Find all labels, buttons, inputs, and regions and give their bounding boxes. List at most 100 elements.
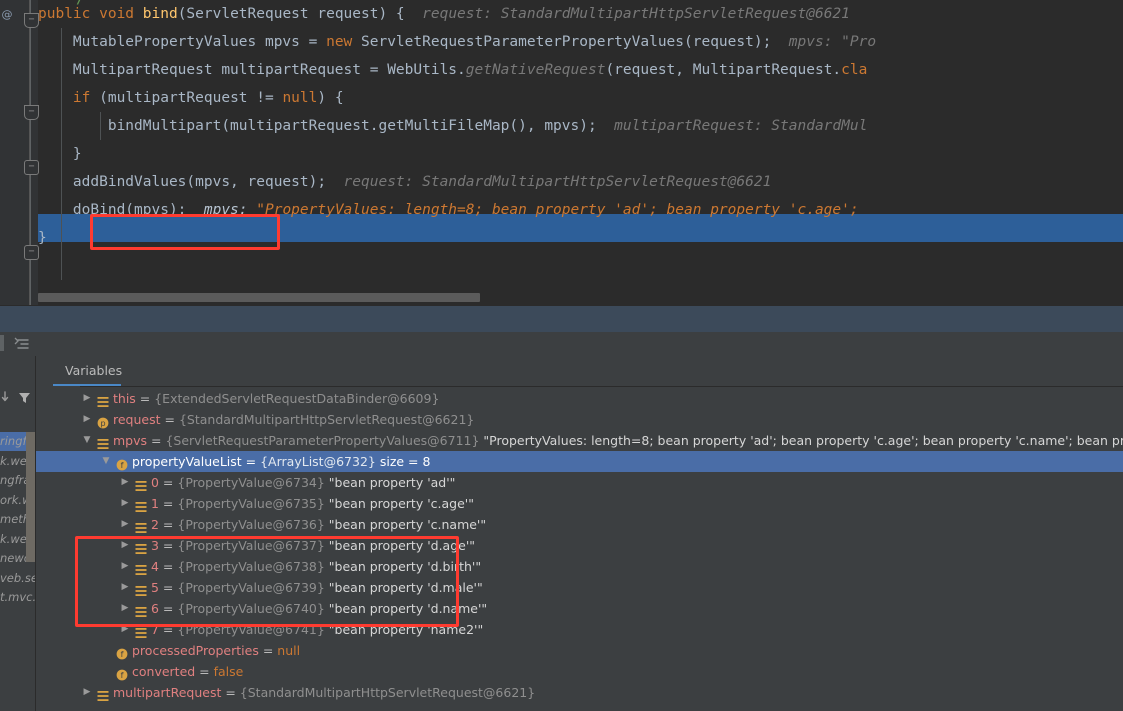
var-mpvs[interactable]: ▼ mpvs = {ServletRequestParameterProperty…	[36, 430, 1123, 451]
filter-icon[interactable]	[17, 390, 32, 409]
chevron-right-icon[interactable]: ▶	[120, 472, 130, 493]
variable-value: null	[277, 643, 301, 658]
frames-scrollbar[interactable]	[26, 432, 35, 562]
var-propertyValueList-text: propertyValueList = {ArrayList@6732} siz…	[132, 451, 430, 472]
var-processedProperties[interactable]: f processedProperties = null	[36, 640, 1123, 661]
var-this[interactable]: ▶ this = {ExtendedServletRequestDataBinde…	[36, 388, 1123, 409]
variable-value: "bean property 'd.male'"	[324, 580, 483, 595]
line-bind-signature-seg-0: public	[38, 6, 100, 22]
variable-type: {PropertyValue@6737}	[177, 538, 325, 553]
frame-item[interactable]: t.mvc.m	[0, 588, 35, 608]
variable-type: {PropertyValue@6738}	[177, 559, 325, 574]
tab-variables[interactable]: Variables	[53, 358, 134, 385]
var-item-7[interactable]: ▶ 7 = {PropertyValue@6741} "bean property…	[36, 619, 1123, 640]
variable-type: {PropertyValue@6741}	[177, 622, 325, 637]
var-converted[interactable]: f converted = false	[36, 661, 1123, 682]
variable-value: "bean property 'd.age'"	[324, 538, 476, 553]
frames-panel[interactable]: ringfrak.web.nngframork.wemethodk.web.sn…	[0, 356, 36, 711]
frames-toolbar[interactable]	[0, 384, 35, 414]
code-editor[interactable]: @ − − − − / public void bind(ServletRequ…	[0, 0, 1123, 310]
equals-sign: =	[158, 559, 178, 574]
field-list-icon	[97, 687, 109, 701]
fold-marker-method[interactable]: −	[24, 13, 39, 28]
equals-sign: =	[158, 475, 178, 490]
line-bind-signature-seg-3: (ServletRequest request) {	[177, 6, 405, 22]
line-addbindvalues[interactable]: addBindValues(mpvs, request); request: S…	[38, 168, 1123, 196]
variable-value: "bean property 'c.name'"	[324, 517, 487, 532]
variable-type: {ExtendedServletRequestDataBinder@6609}	[154, 391, 440, 406]
line-bindmultipart-seg-1: multipartRequest: StandardMul	[596, 118, 868, 134]
var-item-2[interactable]: ▶ 2 = {PropertyValue@6736} "bean property…	[36, 514, 1123, 535]
chevron-right-icon[interactable]: ▶	[82, 388, 92, 409]
chevron-right-icon[interactable]: ▶	[120, 556, 130, 577]
fold-marker-end[interactable]: −	[24, 245, 39, 260]
layout-settings-icon[interactable]	[14, 336, 31, 352]
fold-marker-block[interactable]: −	[24, 160, 39, 175]
var-item-3[interactable]: ▶ 3 = {PropertyValue@6737} "bean property…	[36, 535, 1123, 556]
chevron-down-icon[interactable]: ▼	[82, 430, 92, 451]
editor-hscrollbar-thumb[interactable]	[38, 293, 480, 302]
var-propertyValueList[interactable]: ▼ f propertyValueList = {ArrayList@6732} s…	[36, 451, 1123, 472]
line-if-null-seg-2: (multipartRequest !=	[99, 90, 283, 106]
variables-tabbar[interactable]: Variables	[36, 356, 1123, 387]
var-item-0[interactable]: ▶ 0 = {PropertyValue@6734} "bean property…	[36, 472, 1123, 493]
line-if-null[interactable]: if (multipartRequest != null) {	[38, 84, 1123, 112]
field-list-icon	[135, 582, 147, 596]
editor-gutter[interactable]: @ − − − −	[0, 0, 39, 310]
line-bind-signature-seg-4: request: StandardMultipartHttpServletReq…	[404, 6, 850, 22]
variable-name: 6	[151, 601, 159, 616]
toolbar-drag-handle[interactable]	[0, 335, 4, 351]
equals-sign: =	[158, 580, 178, 595]
frame-item[interactable]: veb.sen	[0, 569, 35, 589]
equals-sign: =	[221, 685, 240, 700]
line-close-brace-outer[interactable]: }	[38, 224, 1123, 252]
line-dobind-highlighted[interactable]: doBind(mpvs); mpvs: "PropertyValues: len…	[38, 196, 1123, 224]
var-multipartRequest[interactable]: ▶ multipartRequest = {StandardMultipartHt…	[36, 682, 1123, 703]
var-item-2-text: 2 = {PropertyValue@6736} "bean property …	[151, 514, 486, 535]
line-bind-signature-seg-1: void	[99, 6, 143, 22]
variable-name: mpvs	[113, 433, 148, 448]
variables-tree[interactable]: ▶ this = {ExtendedServletRequestDataBinde…	[36, 388, 1123, 711]
var-item-6[interactable]: ▶ 6 = {PropertyValue@6740} "bean property…	[36, 598, 1123, 619]
chevron-right-icon[interactable]: ▶	[82, 682, 92, 703]
chevron-right-icon[interactable]: ▶	[120, 619, 130, 640]
variable-name: 7	[151, 622, 159, 637]
field-list-icon	[135, 498, 147, 512]
chevron-down-icon[interactable]: ▼	[101, 451, 111, 472]
code-text[interactable]: / public void bind(ServletRequest reques…	[38, 0, 1123, 310]
chevron-right-icon[interactable]: ▶	[82, 409, 92, 430]
chevron-right-icon[interactable]: ▶	[120, 493, 130, 514]
chevron-right-icon[interactable]: ▶	[120, 577, 130, 598]
var-item-6-text: 6 = {PropertyValue@6740} "bean property …	[151, 598, 487, 619]
chevron-right-icon[interactable]: ▶	[120, 514, 130, 535]
var-item-4[interactable]: ▶ 4 = {PropertyValue@6738} "bean property…	[36, 556, 1123, 577]
line-mpvs-assign[interactable]: MutablePropertyValues mpvs = new Servlet…	[38, 28, 1123, 56]
field-list-icon	[135, 603, 147, 617]
variables-panel[interactable]: Variables ▶ this = {ExtendedServletReques…	[36, 356, 1123, 711]
var-multipartRequest-text: multipartRequest = {StandardMultipartHtt…	[113, 682, 535, 703]
debug-toolbar[interactable]	[0, 332, 1123, 357]
line-bindmultipart[interactable]: bindMultipart(multipartRequest.getMultiF…	[38, 112, 1123, 140]
line-close-brace-outer-seg-0: }	[38, 230, 47, 246]
variable-name: 2	[151, 517, 159, 532]
export-arrow-icon[interactable]	[1, 390, 15, 409]
line-close-brace-inner[interactable]: }	[38, 140, 1123, 168]
equals-sign: =	[158, 496, 178, 511]
equals-sign: =	[195, 664, 214, 679]
fold-marker-if[interactable]: −	[24, 105, 39, 120]
var-item-1[interactable]: ▶ 1 = {PropertyValue@6735} "bean property…	[36, 493, 1123, 514]
line-multipart-assign[interactable]: MultipartRequest multipartRequest = WebU…	[38, 56, 1123, 84]
var-item-1-text: 1 = {PropertyValue@6735} "bean property …	[151, 493, 474, 514]
annotation-marker-icon[interactable]: @	[0, 8, 14, 22]
line-bind-signature[interactable]: public void bind(ServletRequest request)…	[38, 0, 1123, 28]
chevron-right-icon[interactable]: ▶	[120, 598, 130, 619]
var-item-5[interactable]: ▶ 5 = {PropertyValue@6739} "bean property…	[36, 577, 1123, 598]
var-request[interactable]: ▶ p request = {StandardMultipartHttpServle…	[36, 409, 1123, 430]
line-multipart-assign-seg-2: (request, MultipartRequest.	[605, 62, 842, 78]
fold-spine	[30, 0, 31, 310]
chevron-right-icon[interactable]: ▶	[120, 535, 130, 556]
var-request-text: request = {StandardMultipartHttpServletR…	[113, 409, 474, 430]
field-list-icon	[135, 561, 147, 575]
variable-type: {StandardMultipartHttpServletRequest@662…	[178, 412, 475, 427]
var-mpvs-text: mpvs = {ServletRequestParameterPropertyV…	[113, 430, 1123, 451]
